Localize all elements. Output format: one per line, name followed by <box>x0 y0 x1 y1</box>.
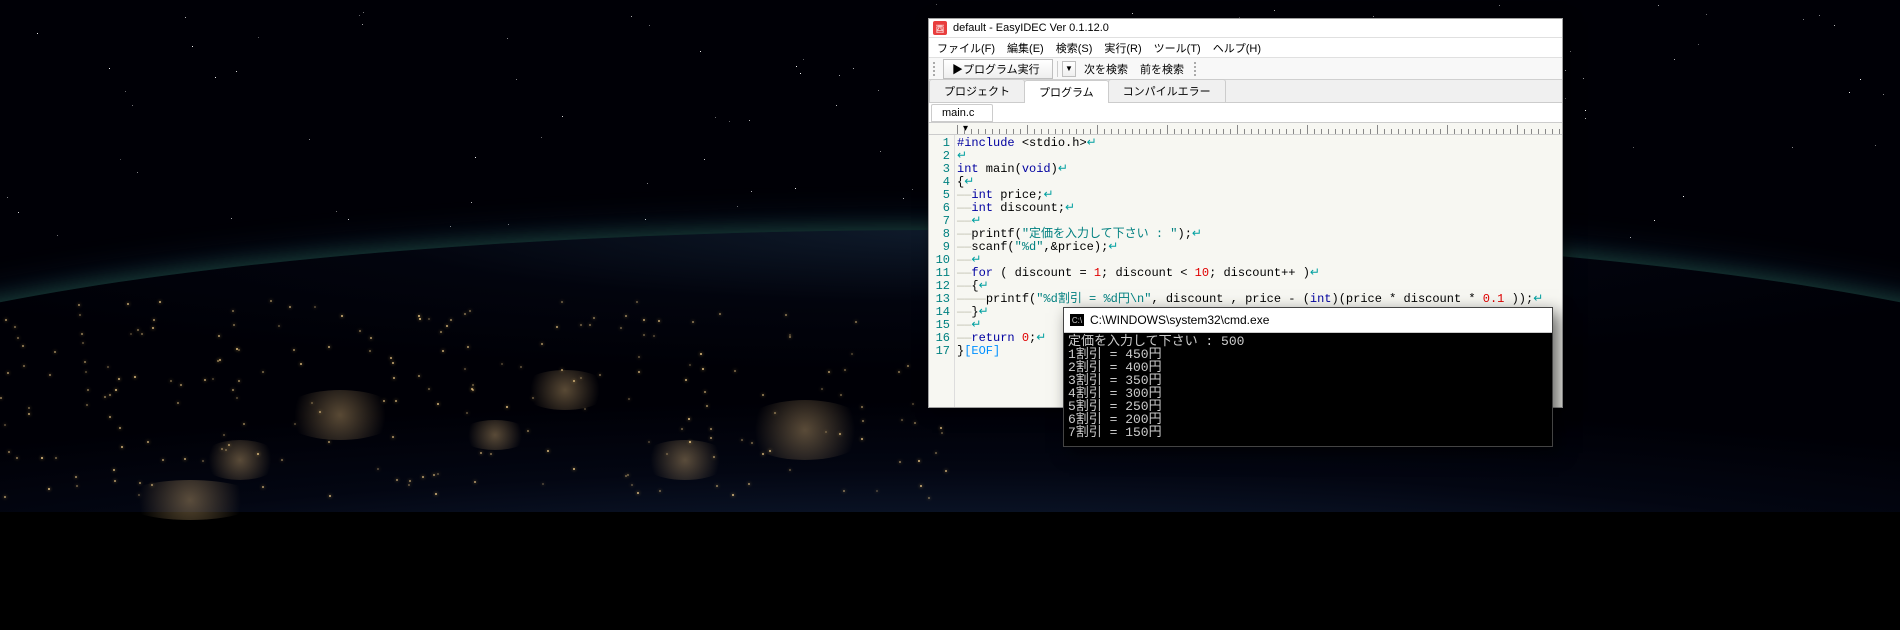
file-tab-row: main.c <box>929 103 1562 123</box>
ide-app-icon: 酉 <box>933 21 947 35</box>
tab-program[interactable]: プログラム <box>1024 80 1109 103</box>
toolbar-separator <box>1057 61 1058 77</box>
ide-toolbar: ▶プログラム実行 ▼ 次を検索 前を検索 <box>929 57 1562 80</box>
cmd-icon: C:\ <box>1070 314 1084 326</box>
menu-search[interactable]: 検索(S) <box>1050 39 1099 57</box>
ide-tab-row: プロジェクト プログラム コンパイルエラー <box>929 80 1562 103</box>
code-line[interactable]: ――for ( discount = 1; discount < 10; dis… <box>957 267 1562 280</box>
find-next-button[interactable]: 次を検索 <box>1080 60 1132 78</box>
code-line[interactable]: #include <stdio.h>↵ <box>957 137 1562 150</box>
toolbar-grip[interactable] <box>933 62 937 76</box>
line-number: 17 <box>929 345 950 358</box>
toolbar-grip-2[interactable] <box>1194 62 1198 76</box>
cmd-output[interactable]: 定価を入力して下さい : 500 1割引 = 450円 2割引 = 400円 3… <box>1064 333 1552 446</box>
cmd-titlebar[interactable]: C:\ C:\WINDOWS\system32\cmd.exe <box>1064 308 1552 333</box>
editor-ruler[interactable]: ▾ <box>929 123 1562 135</box>
menu-file[interactable]: ファイル(F) <box>931 39 1001 57</box>
ide-title-text: default - EasyIDEC Ver 0.1.12.0 <box>953 22 1109 34</box>
ide-menubar: ファイル(F) 編集(E) 検索(S) 実行(R) ツール(T) ヘルプ(H) <box>929 38 1562 57</box>
cmd-title-text: C:\WINDOWS\system32\cmd.exe <box>1090 313 1269 327</box>
menu-run[interactable]: 実行(R) <box>1098 39 1147 57</box>
tab-project[interactable]: プロジェクト <box>929 79 1025 102</box>
menu-help[interactable]: ヘルプ(H) <box>1207 39 1267 57</box>
toolbar-dropdown[interactable]: ▼ <box>1062 61 1076 77</box>
editor-gutter: 1234567891011121314151617 <box>929 135 955 407</box>
ide-titlebar[interactable]: 酉 default - EasyIDEC Ver 0.1.12.0 <box>929 19 1562 38</box>
cmd-window[interactable]: C:\ C:\WINDOWS\system32\cmd.exe 定価を入力して下… <box>1063 307 1553 447</box>
find-prev-button[interactable]: 前を検索 <box>1136 60 1188 78</box>
code-line[interactable]: ――――printf("%d割引 = %d円\n", discount , pr… <box>957 293 1562 306</box>
file-tab-main-c[interactable]: main.c <box>931 104 993 122</box>
run-program-button[interactable]: ▶プログラム実行 <box>943 59 1053 79</box>
menu-edit[interactable]: 編集(E) <box>1001 39 1050 57</box>
menu-tools[interactable]: ツール(T) <box>1148 39 1207 57</box>
code-line[interactable]: int main(void)↵ <box>957 163 1562 176</box>
code-line[interactable]: ――scanf("%d",&price);↵ <box>957 241 1562 254</box>
code-line[interactable]: ――int discount;↵ <box>957 202 1562 215</box>
tab-compile-error[interactable]: コンパイルエラー <box>1108 79 1226 102</box>
